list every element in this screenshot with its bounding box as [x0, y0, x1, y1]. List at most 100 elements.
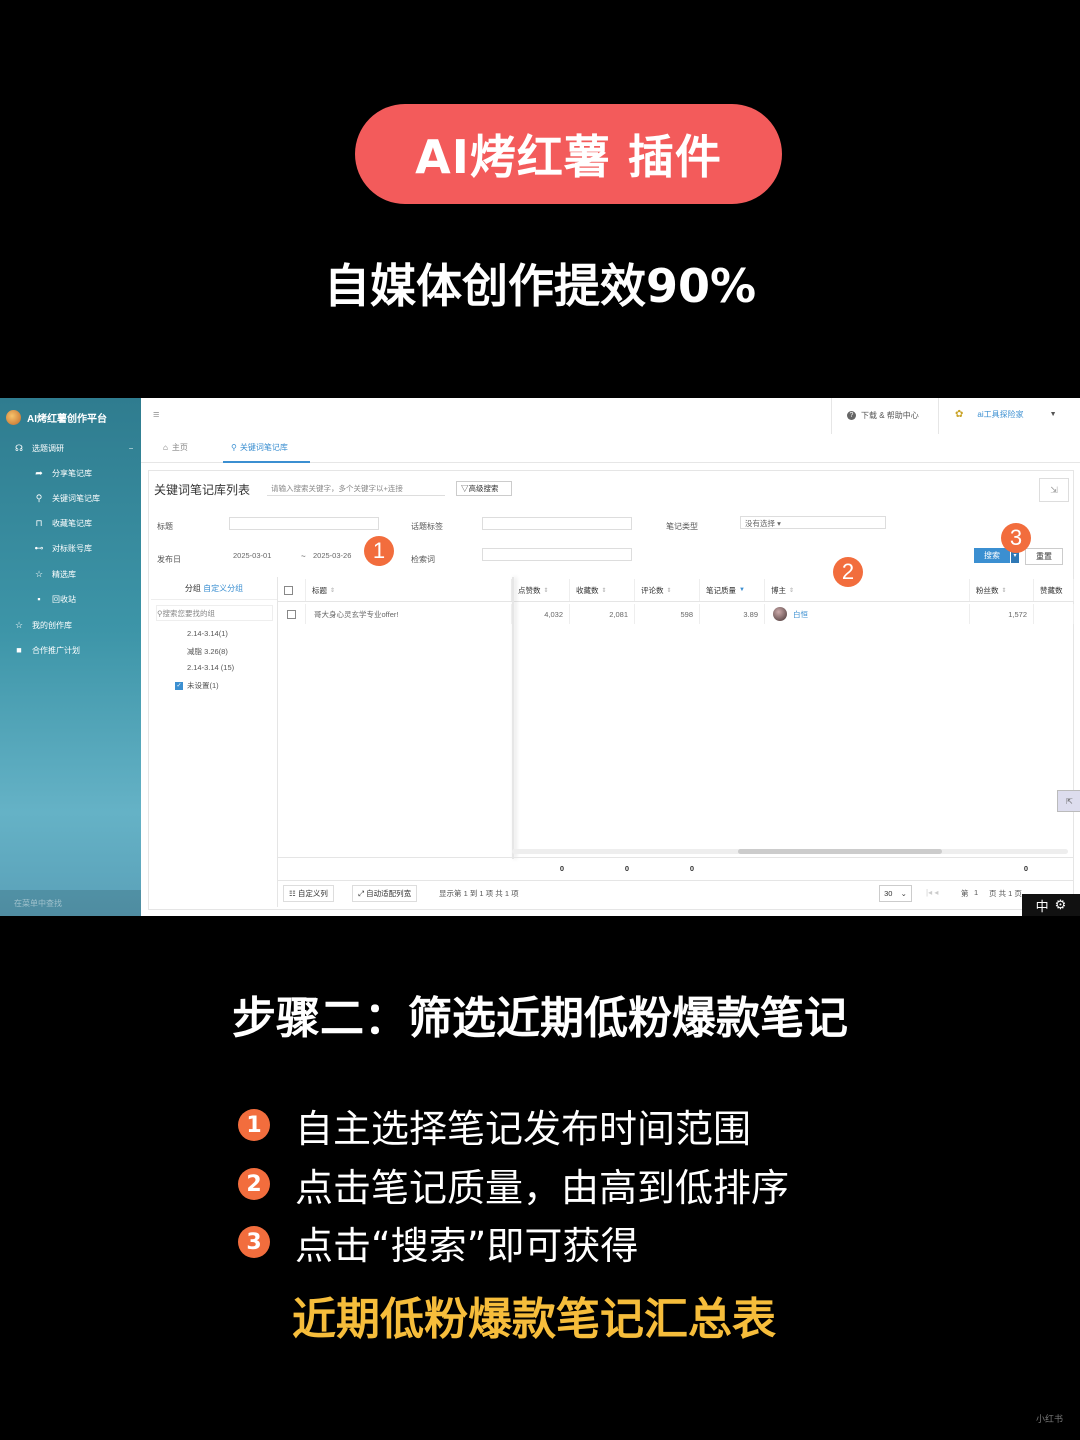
group-item[interactable]: 2.14-3.14(1)	[175, 629, 228, 638]
total-value: 0	[624, 863, 629, 873]
column-header-label: 粉丝数	[976, 585, 999, 595]
column-header[interactable]: 赞藏数	[1034, 579, 1074, 601]
group-item[interactable]: ✓ 未设置(1)	[175, 680, 219, 691]
table-cell-author: 白恒	[765, 604, 970, 624]
sidebar-item-label: 收藏笔记库	[52, 518, 92, 528]
video-icon: ■	[16, 645, 22, 655]
sidebar-item-label: 精选库	[52, 569, 76, 579]
sidebar-item-share[interactable]: ➦ 分享笔记库	[0, 463, 141, 483]
sidebar-group-research[interactable]: ☊ 选题调研 –	[0, 438, 141, 458]
page-number-input[interactable]: 1	[974, 888, 978, 897]
sort-icon: ⇕	[666, 587, 672, 594]
author-link[interactable]: 白恒	[793, 609, 808, 620]
cell-value: 1,572	[1008, 609, 1027, 619]
help-center-link[interactable]: ? 下载 & 帮助中心	[847, 410, 919, 421]
reset-button[interactable]: 重置	[1025, 548, 1063, 565]
group-checkbox[interactable]	[175, 664, 183, 672]
export-icon[interactable]: ⇲	[1039, 478, 1069, 502]
sidebar-item-label: 对标账号库	[52, 543, 92, 553]
column-header[interactable]: 笔记质量 ▼	[700, 579, 765, 601]
step-title: 步骤二：筛选近期低粉爆款笔记	[232, 993, 848, 1044]
hamburger-icon[interactable]: ≡	[153, 409, 159, 421]
column-header[interactable]: 评论数 ⇕	[635, 579, 700, 601]
keyword-search-input[interactable]: 请输入搜索关键字，多个关键字以+连接	[267, 482, 445, 496]
column-header-label: 收藏数	[576, 585, 599, 595]
step-text: 自主选择笔记发布时间范围	[295, 1106, 752, 1151]
page-size-select[interactable]: 30 ⌄	[879, 885, 912, 902]
search-button[interactable]: 搜索	[974, 548, 1010, 563]
column-header[interactable]: 粉丝数 ⇕	[970, 579, 1034, 601]
type-filter-select[interactable]: 没有选择 ▾	[740, 516, 886, 529]
group-search-input[interactable]: ⚲ 搜索您要找的组	[156, 605, 273, 621]
group-item[interactable]: 减脂 3.26(8)	[175, 646, 228, 657]
group-checkbox[interactable]	[175, 630, 183, 638]
sidebar-item-keyword[interactable]: ⚲ 关键词笔记库	[0, 488, 141, 508]
annotation-badge-1: 1	[364, 536, 394, 566]
column-header[interactable]: 收藏数 ⇕	[570, 579, 635, 601]
home-icon: ⌂	[163, 443, 168, 452]
tab-home[interactable]: ⌂ 主页	[163, 442, 188, 453]
user-avatar-icon: ✿	[955, 409, 964, 420]
group-checkbox[interactable]: ✓	[175, 681, 183, 690]
sidebar-item-featured[interactable]: ☆ 精选库	[0, 564, 141, 584]
search-button-label: 搜索	[984, 551, 1000, 560]
user-menu[interactable]: ✿ ai工具探险家 ▼	[955, 409, 1057, 420]
group-checkbox[interactable]	[175, 648, 183, 656]
sidebar-item-collect[interactable]: ⊓ 收藏笔记库	[0, 513, 141, 533]
column-header[interactable]: 博主 ⇕	[765, 579, 970, 601]
auto-width-button[interactable]: ⤢ 自动适配列宽	[352, 885, 418, 902]
menu-search[interactable]: 在菜单中查找	[0, 890, 141, 916]
sidebar-item-my-library[interactable]: ☆ 我的创作库	[0, 615, 141, 635]
group-header-label: 分组	[184, 583, 201, 593]
step-text: 点击“搜索”即可获得	[295, 1223, 639, 1268]
sidebar-item-promotion[interactable]: ■ 合作推广计划	[0, 640, 141, 660]
date-from-value: 2025-03-01	[233, 551, 272, 560]
checkbox[interactable]	[284, 585, 293, 595]
checkbox[interactable]	[287, 609, 296, 619]
collapse-icon: –	[129, 444, 133, 452]
chevron-down-icon: ⌄	[900, 889, 907, 898]
custom-group-link[interactable]: 自定义分组	[203, 583, 243, 594]
tab-keyword-library[interactable]: ⚲ 关键词笔记库	[223, 434, 310, 463]
subtitle: 自媒体创作提效90%	[323, 259, 757, 313]
sidebar-item-benchmark[interactable]: ⊷ 对标账号库	[0, 538, 141, 558]
custom-columns-button[interactable]: ☷ 自定义列	[283, 885, 334, 902]
keyword-filter-input[interactable]	[482, 548, 632, 561]
step-2: 2 点击笔记质量，由高到低排序	[238, 1164, 789, 1210]
column-header-label: 标题	[312, 585, 327, 595]
horizontal-scrollbar[interactable]	[512, 849, 1068, 854]
star-icon: ☆	[14, 619, 24, 630]
trash-icon: ▪	[37, 594, 41, 604]
annotation-badge-3: 3	[1001, 523, 1031, 553]
headphones-icon: ☊	[15, 442, 23, 453]
date-from-input[interactable]: 2025-03-01	[229, 549, 297, 562]
cell-value: 3.89	[743, 609, 758, 619]
brand[interactable]: AI烤红薯创作平台	[6, 407, 107, 427]
select-all-checkbox[interactable]	[278, 579, 306, 601]
topic-filter-input[interactable]	[482, 517, 632, 530]
title-filter-input[interactable]	[229, 517, 379, 530]
ime-toolbar[interactable]: 中 ⚙	[1022, 894, 1080, 916]
row-checkbox-cell	[278, 604, 306, 624]
page-label: 第	[961, 889, 969, 898]
date-to-value: 2025-03-26	[313, 551, 352, 560]
tab-active-label: 关键词笔记库	[239, 443, 288, 452]
sidebar-item-recycle[interactable]: ▪ 回收站	[0, 589, 141, 609]
column-header[interactable]: 标题 ⇕	[306, 579, 512, 601]
watermark-logo: 小红书	[1036, 1415, 1064, 1425]
plugin-title-pill: AI烤红薯 插件	[355, 104, 782, 204]
group-item[interactable]: 2.14-3.14 (15)	[175, 663, 234, 672]
step-number: 3	[238, 1226, 270, 1258]
step-3: 3 点击“搜索”即可获得	[238, 1222, 638, 1268]
first-page-icon[interactable]: |◂ ◂	[926, 888, 938, 897]
help-icon: ?	[847, 411, 856, 420]
share-icon: ➦	[35, 467, 43, 478]
step-number: 1	[238, 1109, 270, 1141]
column-header[interactable]: 点赞数 ⇕	[512, 579, 570, 601]
scroll-widget-icon[interactable]: ⇱	[1057, 790, 1080, 812]
auto-width-label: 自动适配列宽	[366, 889, 412, 898]
filter-icon: ▽	[461, 484, 469, 493]
advanced-search-button[interactable]: ▽高级搜索	[456, 481, 512, 496]
table-cell-quality: 3.89	[700, 604, 765, 624]
column-header-label: 赞藏数	[1040, 585, 1063, 595]
